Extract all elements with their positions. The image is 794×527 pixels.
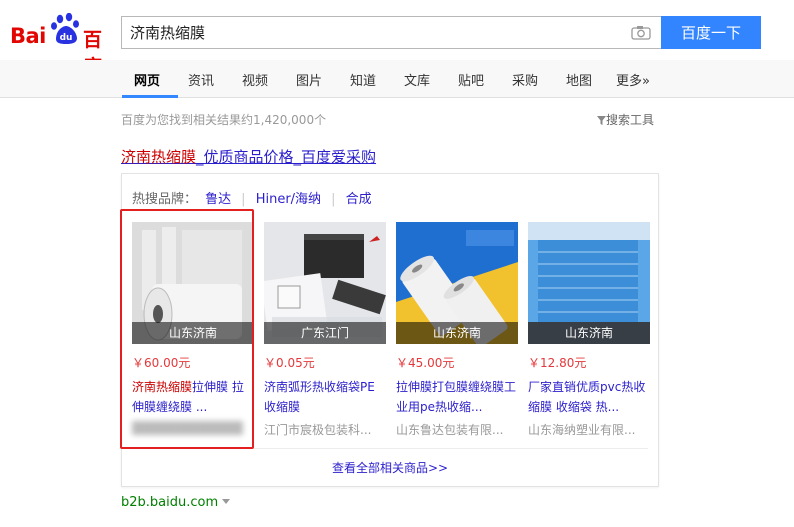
logo-text-du: du — [60, 33, 73, 43]
product-name[interactable]: 济南弧形热收缩袋PE收缩膜 — [264, 377, 386, 417]
tab-more[interactable]: 更多» — [616, 70, 650, 89]
product-location: 广东江门 — [264, 322, 386, 344]
result-title-rest: _优质商品价格_百度爱采购 — [196, 148, 377, 166]
search-box[interactable] — [121, 16, 661, 49]
source-domain[interactable]: b2b.baidu.com — [121, 495, 231, 510]
filter-icon — [597, 116, 606, 125]
baidu-logo[interactable]: Bai du 百度 — [10, 12, 114, 78]
product-shop[interactable]: 山东鲁达包装有限... — [396, 421, 518, 438]
product-image[interactable]: 山东济南 — [396, 222, 518, 344]
tab-wenku[interactable]: 文库 — [404, 70, 430, 89]
tab-web[interactable]: 网页 — [134, 70, 160, 89]
paw-icon: du — [51, 13, 79, 44]
product-shop[interactable]: 山东海纳塑业有限... — [528, 421, 650, 438]
product-item[interactable]: 山东济南 ￥12.80元 厂家直销优质pvc热收缩膜 收缩袋 热... 山东海纳… — [528, 222, 650, 438]
tab-images[interactable]: 图片 — [296, 70, 322, 89]
camera-icon[interactable] — [631, 25, 651, 40]
product-image[interactable]: 山东济南 — [528, 222, 650, 344]
tab-map[interactable]: 地图 — [566, 70, 592, 89]
result-title-highlight: 济南热缩膜 — [121, 148, 197, 166]
tab-news[interactable]: 资讯 — [188, 70, 214, 89]
search-button[interactable]: 百度一下 — [661, 16, 761, 49]
hot-brands: 热搜品牌： 鲁达 | Hiner/海纳 | 合成 — [132, 192, 372, 207]
brand-link[interactable]: Hiner/海纳 — [256, 192, 321, 207]
logo-text-bai: Bai — [10, 24, 46, 48]
tab-zhidao[interactable]: 知道 — [350, 70, 376, 89]
result-title-link[interactable]: 济南热缩膜_优质商品价格_百度爱采购 — [121, 146, 376, 167]
highlight-annotation-box — [120, 209, 254, 449]
search-tools[interactable]: 搜索工具 — [597, 111, 654, 128]
product-price: ￥0.05元 — [264, 356, 315, 370]
see-all-link[interactable]: 查看全部相关商品>> — [122, 459, 658, 476]
product-name[interactable]: 厂家直销优质pvc热收缩膜 收缩袋 热... — [528, 377, 650, 417]
product-item[interactable]: 广东江门 ￥0.05元 济南弧形热收缩袋PE收缩膜 江门市宸极包装科... — [264, 222, 386, 438]
source-domain-text: b2b.baidu.com — [121, 495, 219, 510]
tab-tieba[interactable]: 贴吧 — [458, 70, 484, 89]
product-location: 山东济南 — [396, 322, 518, 344]
tab-purchase[interactable]: 采购 — [512, 70, 538, 89]
search-input[interactable] — [122, 17, 612, 48]
product-name-rest: 济南弧形热收缩袋PE收缩膜 — [264, 380, 375, 414]
product-shop[interactable]: 江门市宸极包装科... — [264, 421, 386, 438]
chevron-down-icon — [222, 499, 231, 504]
tab-video[interactable]: 视频 — [242, 70, 268, 89]
product-price: ￥12.80元 — [528, 356, 587, 370]
hot-brands-label: 热搜品牌： — [132, 192, 198, 207]
product-image[interactable]: 广东江门 — [264, 222, 386, 344]
active-tab-indicator — [122, 95, 178, 98]
product-item[interactable]: 山东济南 ￥45.00元 拉伸膜打包膜缠绕膜工业用pe热收缩... 山东鲁达包装… — [396, 222, 518, 438]
search-tools-label: 搜索工具 — [606, 113, 655, 127]
product-name-rest: 拉伸膜打包膜缠绕膜工业用pe热收缩... — [396, 380, 517, 414]
nav-bar: 网页 资讯 视频 图片 知道 文库 贴吧 采购 地图 更多» — [0, 60, 794, 98]
product-location: 山东济南 — [528, 322, 650, 344]
result-count: 百度为您找到相关结果约1,420,000个 — [121, 113, 327, 127]
header: Bai du 百度 百度一下 — [0, 0, 794, 78]
product-name[interactable]: 拉伸膜打包膜缠绕膜工业用pe热收缩... — [396, 377, 518, 417]
brand-link[interactable]: 合成 — [346, 192, 372, 207]
brand-link[interactable]: 鲁达 — [205, 192, 231, 207]
product-name-rest: 厂家直销优质pvc热收缩膜 收缩袋 热... — [528, 380, 646, 414]
product-price: ￥45.00元 — [396, 356, 455, 370]
